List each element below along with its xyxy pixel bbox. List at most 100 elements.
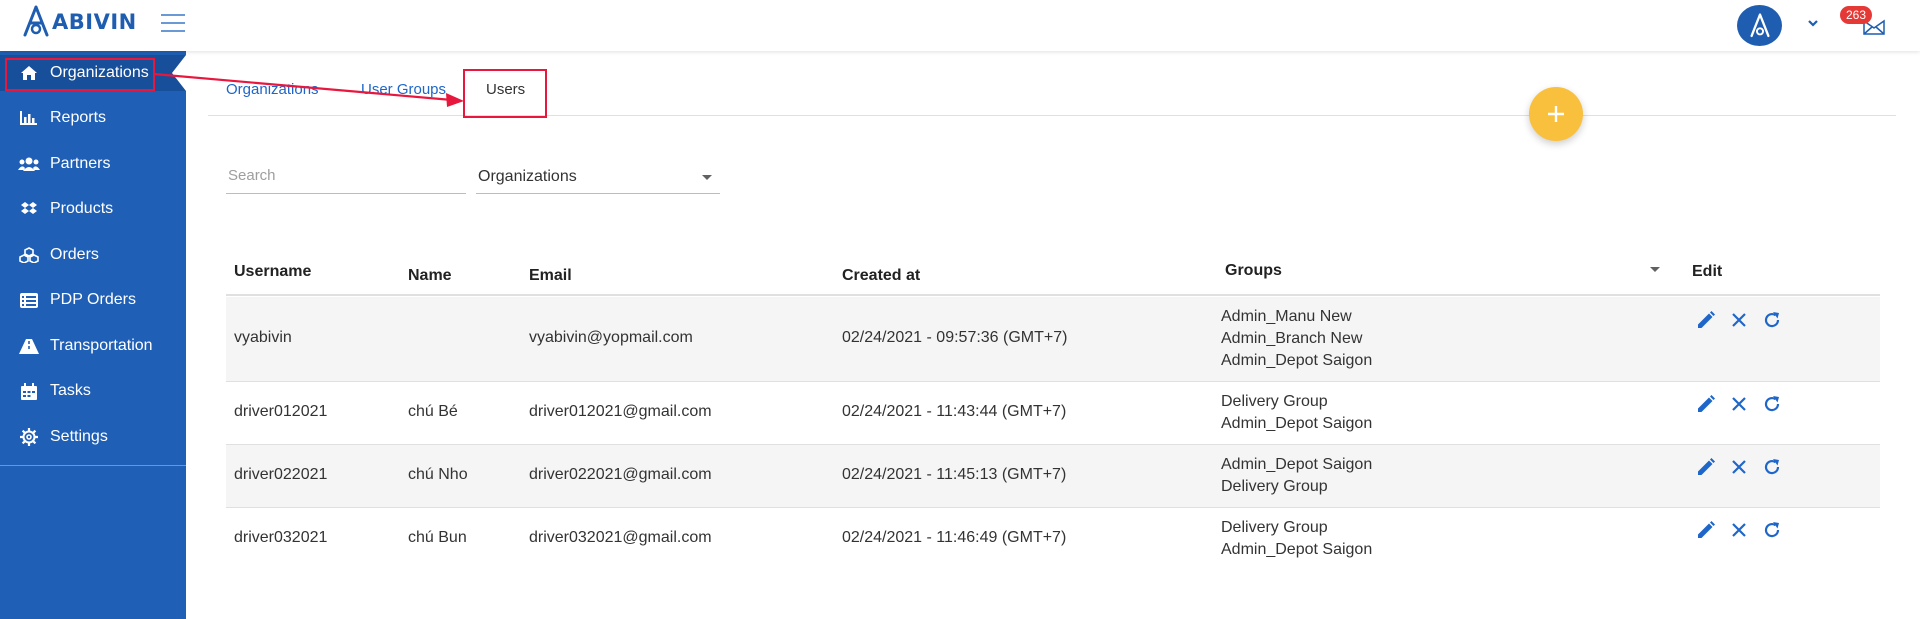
abivin-logo-icon bbox=[23, 5, 49, 37]
avatar[interactable] bbox=[1737, 5, 1782, 46]
list-icon bbox=[18, 291, 40, 309]
cell-email: driver012021@gmail.com bbox=[529, 403, 712, 420]
notification-badge: 263 bbox=[1840, 6, 1873, 24]
sidebar-item-reports[interactable]: Reports bbox=[0, 100, 186, 136]
row-actions bbox=[1694, 308, 1793, 332]
cell-created-at: 02/24/2021 - 11:43:44 (GMT+7) bbox=[842, 403, 1067, 420]
organization-select-value: Organizations bbox=[478, 168, 577, 185]
gear-icon bbox=[18, 428, 40, 446]
table-row: driver032021 chú Bun driver032021@gmail.… bbox=[226, 508, 1880, 571]
cell-email: vyabivin@yopmail.com bbox=[529, 329, 693, 346]
cell-name: chú Bun bbox=[408, 529, 467, 546]
edit-icon[interactable] bbox=[1694, 455, 1718, 479]
reset-icon[interactable] bbox=[1760, 518, 1784, 542]
column-header-groups[interactable]: Groups bbox=[1225, 262, 1282, 280]
sidebar-item-label: Transportation bbox=[50, 337, 153, 354]
menu-toggle-icon[interactable] bbox=[161, 14, 185, 34]
tab-user-groups[interactable]: User Groups bbox=[361, 81, 446, 98]
cubes-icon bbox=[18, 246, 40, 264]
row-actions bbox=[1694, 455, 1793, 479]
logo[interactable]: ABIVIN bbox=[22, 5, 137, 39]
sidebar-item-partners[interactable]: Partners bbox=[0, 146, 186, 182]
bar-chart-icon bbox=[18, 109, 40, 127]
delete-icon[interactable] bbox=[1727, 518, 1751, 542]
cell-name: chú Bé bbox=[408, 403, 458, 420]
group-name: Admin_Depot Saigon bbox=[1221, 456, 1373, 473]
edit-icon[interactable] bbox=[1694, 518, 1718, 542]
cell-created-at: 02/24/2021 - 11:45:13 (GMT+7) bbox=[842, 466, 1067, 483]
sidebar-item-settings[interactable]: Settings bbox=[0, 419, 186, 455]
sidebar-item-label: Tasks bbox=[50, 382, 91, 399]
sidebar-item-label: Reports bbox=[50, 109, 107, 126]
reset-icon[interactable] bbox=[1760, 308, 1784, 332]
delete-icon[interactable] bbox=[1727, 392, 1751, 416]
table-header: Username Name Email Created at Groups Ed… bbox=[226, 250, 1880, 296]
sidebar-divider bbox=[0, 465, 186, 466]
group-name: Delivery Group bbox=[1221, 393, 1328, 410]
plus-icon bbox=[1548, 106, 1564, 122]
cell-groups: Delivery Group Admin_Depot Saigon bbox=[1221, 517, 1372, 561]
annotation-highlight-organizations bbox=[5, 58, 155, 91]
sidebar-item-transportation[interactable]: Transportation bbox=[0, 328, 186, 364]
reset-icon[interactable] bbox=[1760, 392, 1784, 416]
group-name: Admin_Manu New bbox=[1221, 308, 1352, 325]
edit-icon[interactable] bbox=[1694, 308, 1718, 332]
cell-name: chú Nho bbox=[408, 466, 468, 483]
cell-username: vyabivin bbox=[234, 329, 292, 346]
sidebar-item-label: PDP Orders bbox=[50, 291, 136, 308]
user-logo-icon bbox=[1749, 12, 1770, 37]
edit-icon[interactable] bbox=[1694, 392, 1718, 416]
column-header-email[interactable]: Email bbox=[529, 267, 572, 285]
active-indicator bbox=[172, 55, 186, 91]
table-row: driver012021 chú Bé driver012021@gmail.c… bbox=[226, 382, 1880, 445]
group-name: Admin_Depot Saigon bbox=[1221, 352, 1373, 369]
group-name: Admin_Depot Saigon bbox=[1221, 541, 1373, 558]
reset-icon[interactable] bbox=[1760, 455, 1784, 479]
cell-username: driver022021 bbox=[234, 466, 328, 483]
brand-name: ABIVIN bbox=[52, 10, 137, 34]
cell-created-at: 02/24/2021 - 09:57:36 (GMT+7) bbox=[842, 329, 1068, 346]
sidebar-item-label: Partners bbox=[50, 155, 111, 172]
road-icon bbox=[18, 337, 40, 355]
column-header-created-at[interactable]: Created at bbox=[842, 267, 920, 285]
tab-organizations[interactable]: Organizations bbox=[226, 81, 319, 98]
sidebar: Organizations Reports Partners Products … bbox=[0, 51, 186, 619]
cell-email: driver032021@gmail.com bbox=[529, 529, 712, 546]
cell-username: driver012021 bbox=[234, 403, 328, 420]
annotation-highlight-users bbox=[463, 69, 547, 118]
cell-created-at: 02/24/2021 - 11:46:49 (GMT+7) bbox=[842, 529, 1067, 546]
delete-icon[interactable] bbox=[1727, 308, 1751, 332]
caret-down-icon bbox=[702, 175, 712, 180]
delete-icon[interactable] bbox=[1727, 455, 1751, 479]
cell-email: driver022021@gmail.com bbox=[529, 466, 712, 483]
column-header-edit: Edit bbox=[1692, 263, 1723, 280]
group-name: Delivery Group bbox=[1221, 519, 1328, 536]
search-input[interactable] bbox=[226, 158, 466, 194]
sidebar-item-label: Products bbox=[50, 200, 114, 217]
chevron-down-icon[interactable] bbox=[1806, 16, 1820, 30]
cell-groups: Admin_Depot Saigon Delivery Group bbox=[1221, 454, 1372, 498]
dropbox-icon bbox=[18, 200, 40, 218]
cell-groups: Admin_Manu New Admin_Branch New Admin_De… bbox=[1221, 306, 1372, 372]
organization-select[interactable]: Organizations bbox=[476, 160, 720, 194]
sidebar-item-tasks[interactable]: Tasks bbox=[0, 373, 186, 409]
tab-bar: Organizations User Groups Users bbox=[208, 60, 1896, 116]
column-header-name[interactable]: Name bbox=[408, 267, 452, 285]
table-row: driver022021 chú Nho driver022021@gmail.… bbox=[226, 445, 1880, 508]
top-bar: ABIVIN 263 bbox=[0, 0, 1920, 51]
group-name: Admin_Depot Saigon bbox=[1221, 415, 1373, 432]
row-actions bbox=[1694, 518, 1793, 542]
column-header-username[interactable]: Username bbox=[234, 263, 311, 281]
calendar-icon bbox=[18, 382, 40, 400]
row-actions bbox=[1694, 392, 1793, 416]
table-row: vyabivin vyabivin@yopmail.com 02/24/2021… bbox=[226, 297, 1880, 382]
sidebar-item-pdp-orders[interactable]: PDP Orders bbox=[0, 282, 186, 318]
sidebar-item-label: Settings bbox=[50, 428, 108, 445]
groups-filter-icon[interactable] bbox=[1650, 267, 1660, 272]
group-name: Delivery Group bbox=[1221, 478, 1328, 495]
sidebar-item-orders[interactable]: Orders bbox=[0, 237, 186, 273]
sidebar-item-products[interactable]: Products bbox=[0, 191, 186, 227]
add-button[interactable] bbox=[1529, 87, 1583, 141]
cell-username: driver032021 bbox=[234, 529, 328, 546]
group-name: Admin_Branch New bbox=[1221, 330, 1363, 347]
